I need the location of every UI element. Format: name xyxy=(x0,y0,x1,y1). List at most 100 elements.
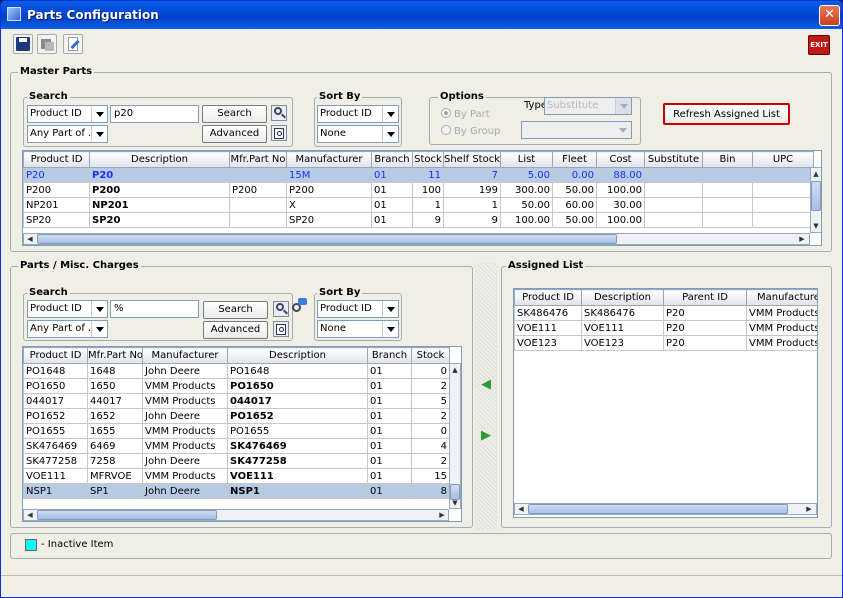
column-header[interactable]: Stock xyxy=(412,151,444,168)
scroll-right-icon[interactable]: ▶ xyxy=(797,234,807,244)
by-part-radio[interactable]: By Part xyxy=(441,108,490,120)
master-match-mode-select[interactable]: Any Part of ... xyxy=(27,125,108,143)
master-search-input[interactable]: p20 xyxy=(110,105,199,123)
by-group-radio[interactable]: By Group xyxy=(441,125,500,137)
master-search-button[interactable]: Search xyxy=(202,105,267,123)
master-vertical-scrollbar[interactable]: ▲ ▼ xyxy=(810,167,821,233)
column-header[interactable]: Manufacturer xyxy=(142,347,228,364)
scroll-down-icon[interactable]: ▼ xyxy=(811,221,821,231)
table-row[interactable]: VOE111 VOE111 P20 VMM Products xyxy=(514,320,817,336)
parts-match-mode-select[interactable]: Any Part of ... xyxy=(27,320,108,338)
master-search-field-select[interactable]: Product ID xyxy=(27,105,108,123)
search-icon[interactable] xyxy=(273,301,289,317)
column-header[interactable]: Product ID xyxy=(23,151,90,168)
table-cell: 01 xyxy=(367,423,412,439)
scroll-right-icon[interactable]: ▶ xyxy=(804,504,814,514)
master-horizontal-scrollbar[interactable]: ◀ ▶ xyxy=(23,233,810,245)
column-header[interactable]: Branch xyxy=(371,151,413,168)
parts-search-input[interactable]: % xyxy=(110,300,199,318)
assigned-horizontal-scrollbar[interactable]: ◀ ▶ xyxy=(514,503,817,515)
column-header[interactable]: Description xyxy=(581,289,664,306)
table-row[interactable]: NSP1 SP1 John Deere NSP1 01 8 xyxy=(23,483,450,499)
scroll-thumb[interactable] xyxy=(811,181,821,211)
scroll-up-icon[interactable]: ▲ xyxy=(811,169,821,179)
column-header[interactable]: Branch xyxy=(367,347,412,364)
column-header[interactable]: Fleet xyxy=(552,151,597,168)
column-header[interactable]: Manufacturer xyxy=(286,151,372,168)
advanced-search-icon[interactable] xyxy=(273,321,289,337)
column-header[interactable]: Stock xyxy=(411,347,450,364)
type-select[interactable]: Substitute xyxy=(544,97,632,115)
parts-advanced-button[interactable]: Advanced xyxy=(203,321,268,339)
table-row[interactable]: SK476469 6469 VMM Products SK476469 01 4 xyxy=(23,438,450,454)
edit-document-icon[interactable] xyxy=(63,34,83,54)
table-cell: SP20 xyxy=(89,212,230,228)
search-assign-icon[interactable] xyxy=(291,298,307,314)
table-cell: 01 xyxy=(367,363,412,379)
type-lookup-field[interactable] xyxy=(521,121,632,139)
column-header[interactable]: Parent ID xyxy=(663,289,747,306)
table-cell: VMM Products xyxy=(746,335,817,351)
column-header[interactable]: Description xyxy=(227,347,368,364)
search-icon[interactable] xyxy=(271,105,287,121)
copy-icon[interactable] xyxy=(37,34,57,54)
table-row[interactable]: SK477258 7258 John Deere SK477258 01 2 xyxy=(23,453,450,469)
split-divider[interactable] xyxy=(475,263,497,530)
scroll-left-icon[interactable]: ◀ xyxy=(25,510,35,520)
master-advanced-button[interactable]: Advanced xyxy=(202,125,267,143)
parts-search-button[interactable]: Search xyxy=(203,301,268,319)
chevron-down-icon xyxy=(91,126,107,142)
parts-horizontal-scrollbar[interactable]: ◀ ▶ xyxy=(23,509,449,521)
scroll-up-icon[interactable]: ▲ xyxy=(450,365,460,375)
table-row[interactable]: SK486476 SK486476 P20 VMM Products xyxy=(514,305,817,321)
scroll-thumb[interactable] xyxy=(37,510,217,520)
exit-button[interactable]: EXIT xyxy=(808,35,830,55)
table-row[interactable]: P20 P20 15M 01 11 7 5.00 0.00 88.00 xyxy=(23,167,814,183)
table-row[interactable]: VOE111 MFRVOE VMM Products VOE111 01 15 xyxy=(23,468,450,484)
column-header[interactable]: Mfr.Part No xyxy=(87,347,143,364)
table-cell: VMM Products xyxy=(142,468,228,484)
column-header[interactable]: Bin xyxy=(702,151,753,168)
column-header[interactable]: List xyxy=(500,151,553,168)
scroll-left-icon[interactable]: ◀ xyxy=(516,504,526,514)
column-header[interactable]: Product ID xyxy=(23,347,88,364)
table-row[interactable]: SP20 SP20 SP20 01 9 9 100.00 50.00 100.00 xyxy=(23,212,814,228)
table-row[interactable]: PO1652 1652 John Deere PO1652 01 2 xyxy=(23,408,450,424)
column-header[interactable]: Product ID xyxy=(514,289,582,306)
parts-sort-select[interactable]: Product ID xyxy=(317,300,399,318)
advanced-search-icon[interactable] xyxy=(271,125,287,141)
table-cell: 199 xyxy=(443,182,501,198)
table-row[interactable]: VOE123 VOE123 P20 VMM Products xyxy=(514,335,817,351)
table-row[interactable]: PO1650 1650 VMM Products PO1650 01 2 xyxy=(23,378,450,394)
scroll-thumb[interactable] xyxy=(37,234,617,244)
column-header[interactable]: Cost xyxy=(596,151,645,168)
parts-sort-secondary-select[interactable]: None xyxy=(317,320,399,338)
column-header[interactable]: Manufacturer xyxy=(746,289,817,306)
scroll-right-icon[interactable]: ▶ xyxy=(437,510,447,520)
save-icon[interactable] xyxy=(13,34,33,54)
table-cell: NSP1 xyxy=(23,483,88,499)
column-header[interactable]: Substitute xyxy=(644,151,703,168)
master-sort-secondary-select[interactable]: None xyxy=(317,125,399,143)
column-header[interactable]: UPC xyxy=(752,151,814,168)
master-sort-select[interactable]: Product ID xyxy=(317,105,399,123)
scroll-down-icon[interactable]: ▼ xyxy=(450,498,460,508)
scroll-left-icon[interactable]: ◀ xyxy=(25,234,35,244)
table-cell: PO1652 xyxy=(227,408,368,424)
move-left-arrow-icon[interactable]: ◀ xyxy=(478,377,494,393)
column-header[interactable]: Shelf Stock xyxy=(443,151,501,168)
table-row[interactable]: PO1648 1648 John Deere PO1648 01 0 xyxy=(23,363,450,379)
parts-search-field-select[interactable]: Product ID xyxy=(27,300,108,318)
column-header[interactable]: Description xyxy=(89,151,230,168)
table-row[interactable]: NP201 NP201 X 01 1 1 50.00 60.00 30.00 xyxy=(23,197,814,213)
move-right-arrow-icon[interactable]: ▶ xyxy=(478,428,494,444)
table-row[interactable]: PO1655 1655 VMM Products PO1655 01 0 xyxy=(23,423,450,439)
parts-vertical-scrollbar[interactable]: ▲ ▼ xyxy=(449,363,461,509)
refresh-assigned-list-button[interactable]: Refresh Assigned List xyxy=(663,103,790,125)
column-header[interactable]: Mfr.Part No xyxy=(229,151,287,168)
close-button[interactable]: ✕ xyxy=(819,5,840,26)
table-row[interactable]: P200 P200 P200 P200 01 100 199 300.00 50.00 100.0… xyxy=(23,182,814,198)
table-cell: 100.00 xyxy=(596,182,645,198)
table-row[interactable]: 044017 44017 VMM Products 044017 01 5 xyxy=(23,393,450,409)
scroll-thumb[interactable] xyxy=(528,504,788,514)
